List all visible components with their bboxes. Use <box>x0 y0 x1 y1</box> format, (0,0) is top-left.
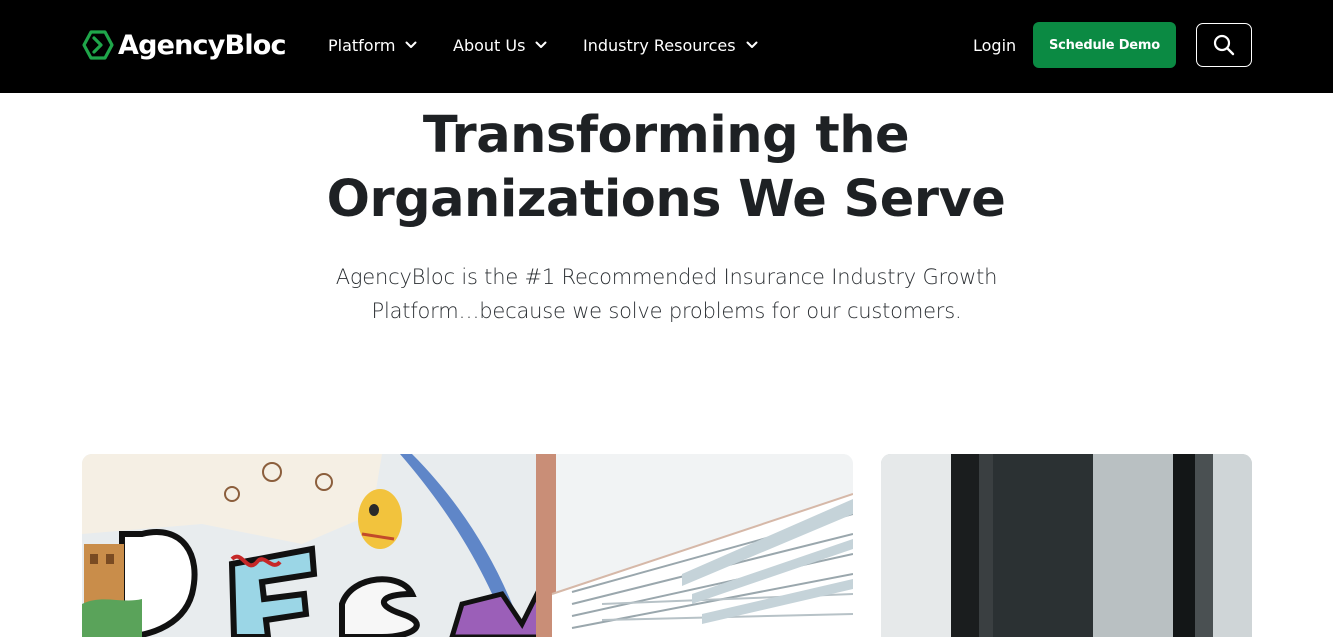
chevron-down-icon <box>535 41 547 48</box>
nav-platform-label: Platform <box>328 35 396 55</box>
nav-about-us[interactable]: About Us <box>453 33 547 57</box>
hero-title-line-1: Transforming the <box>422 106 910 165</box>
nav-industry-resources[interactable]: Industry Resources <box>583 33 758 57</box>
city-mural-photo <box>82 454 853 637</box>
hero-subtitle: AgencyBloc is the #1 Recommended Insuran… <box>300 260 1033 328</box>
brand-name: AgencyBloc <box>118 29 287 61</box>
login-link[interactable]: Login <box>973 33 1016 57</box>
office-window-illustration <box>881 454 1252 637</box>
search-icon <box>1213 34 1235 56</box>
search-button[interactable] <box>1196 23 1252 67</box>
chevron-down-icon <box>405 41 417 48</box>
schedule-demo-button[interactable]: Schedule Demo <box>1033 22 1176 68</box>
office-window-photo <box>881 454 1252 637</box>
hero-subtitle-line-1: AgencyBloc is the #1 Recommended Insuran… <box>335 265 998 289</box>
hero-subtitle-line-2: Platform…because we solve problems for o… <box>371 299 962 323</box>
hero-title-line-2: Organizations We Serve <box>326 170 1006 229</box>
chevron-down-icon <box>746 41 758 48</box>
nav-about-us-label: About Us <box>453 35 526 55</box>
nav-industry-resources-label: Industry Resources <box>583 35 736 55</box>
hero-title: Transforming the Organizations We Serve <box>266 104 1066 232</box>
nav-platform[interactable]: Platform <box>328 33 417 57</box>
city-mural-illustration <box>82 454 853 637</box>
site-header: AgencyBloc Platform About Us Industry Re… <box>0 0 1333 93</box>
hexagon-chevron-logo-icon <box>82 30 114 60</box>
brand-logo[interactable]: AgencyBloc <box>82 26 287 64</box>
